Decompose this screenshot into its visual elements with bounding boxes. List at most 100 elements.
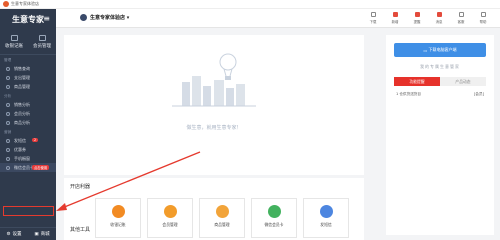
quick-cashier-button[interactable]: 收银记账 bbox=[0, 33, 28, 54]
sidebar-item-label: 销售查询 bbox=[14, 65, 30, 71]
reminder-text: 1 仓供货送货目 bbox=[396, 92, 421, 96]
toolbar-help[interactable]: 帮助 bbox=[472, 11, 494, 24]
card-label: 微信会员卡 bbox=[264, 222, 284, 227]
card-member[interactable]: 会员管理 bbox=[147, 198, 193, 238]
toolbar-download[interactable]: 下载 bbox=[362, 11, 384, 24]
sms-icon bbox=[319, 205, 333, 218]
shop-tools-panel: 开店利器 收银记账 会员管理 商品管理 微信会员卡 发短信 bbox=[64, 178, 364, 240]
card-wechat[interactable]: 微信会员卡 bbox=[251, 198, 297, 238]
chart-icon bbox=[6, 102, 10, 107]
wechat-card-icon bbox=[267, 205, 281, 218]
use-now-badge: 点击使用 bbox=[32, 165, 50, 170]
sidebar-item-sms[interactable]: 发短信 2 bbox=[0, 136, 56, 145]
quick-member-label: 会员管理 bbox=[33, 44, 51, 49]
member-icon bbox=[163, 205, 177, 218]
panel-tabs: 功能提醒 产品动态 bbox=[394, 77, 486, 86]
panel-slogan: 我的专属生意管家 bbox=[420, 64, 460, 69]
help-icon bbox=[480, 12, 486, 17]
section-title-marketing: 营销 bbox=[4, 130, 12, 134]
product-chart-icon bbox=[6, 120, 10, 125]
mobile-icon bbox=[6, 156, 10, 161]
headset-icon bbox=[458, 12, 464, 17]
sales-query-icon bbox=[6, 66, 10, 71]
member-icon bbox=[38, 35, 46, 41]
sidebar-item-expense[interactable]: 支出管理 bbox=[0, 73, 56, 82]
message-icon bbox=[436, 12, 442, 17]
sidebar-item-label: 商品管理 bbox=[14, 83, 30, 89]
sidebar-item-label: 微信会员卡 bbox=[14, 164, 34, 170]
tab-product-news[interactable]: 产品动态 bbox=[440, 77, 486, 86]
sidebar-item-label: 发短信 bbox=[14, 137, 26, 143]
wechat-card-icon bbox=[6, 165, 10, 170]
sidebar-item-sales-analysis[interactable]: 销售分析 bbox=[0, 100, 56, 109]
quick-cashier-label: 收银记账 bbox=[5, 44, 23, 49]
chevron-down-icon: ▾ bbox=[125, 14, 130, 21]
tool-label: 新增 bbox=[391, 20, 399, 24]
shop-tools-grid: 收银记账 会员管理 商品管理 微信会员卡 发短信 bbox=[95, 198, 349, 238]
sms-count-badge: 2 bbox=[32, 138, 39, 142]
store-selector[interactable]: 生意专家体验店 ▾ bbox=[80, 14, 129, 21]
sidebar-item-wechat-card[interactable]: 微信会员卡 点击使用 bbox=[0, 163, 56, 172]
other-tools-title: 其他工具 bbox=[70, 227, 91, 233]
coupon-icon bbox=[6, 147, 10, 152]
gear-icon: ⚙ bbox=[6, 231, 11, 237]
app-logo-icon bbox=[3, 1, 9, 7]
top-bar: 生意专家体验店 ▾ 下载 新增 提醒 消息 客服 帮助 bbox=[56, 9, 500, 28]
tab-feature-reminder[interactable]: 功能提醒 bbox=[394, 77, 440, 86]
sidebar-item-product-analysis[interactable]: 商品分析 bbox=[0, 118, 56, 127]
settings-label: 设置 bbox=[12, 232, 22, 237]
download-client-label: 下载电脑客户端 bbox=[428, 47, 457, 52]
sms-icon bbox=[6, 138, 10, 143]
card-products[interactable]: 商品管理 bbox=[199, 198, 245, 238]
card-cashier[interactable]: 收银记账 bbox=[95, 198, 141, 238]
cashier-icon bbox=[10, 35, 18, 41]
tool-label: 下载 bbox=[369, 20, 377, 24]
shop-tools-title: 开店利器 bbox=[70, 184, 91, 190]
settings-button[interactable]: ⚙ 设置 bbox=[0, 231, 28, 238]
quick-member-button[interactable]: 会员管理 bbox=[28, 33, 56, 54]
sidebar-item-label: 销售分析 bbox=[14, 101, 30, 107]
card-sms[interactable]: 发短信 bbox=[303, 198, 349, 238]
hamburger-menu-icon[interactable]: ≡ bbox=[43, 14, 50, 23]
tool-label: 提醒 bbox=[413, 20, 421, 24]
plus-icon bbox=[392, 12, 398, 17]
toolbar-remind[interactable]: 提醒 bbox=[406, 11, 428, 24]
card-label: 会员管理 bbox=[162, 222, 178, 227]
download-client-button[interactable]: ▭ 下载电脑客户端 bbox=[394, 43, 486, 57]
toolbar: 下载 新增 提醒 消息 客服 帮助 bbox=[362, 11, 494, 24]
shop-icon: ▣ bbox=[34, 231, 39, 237]
mall-label: 商城 bbox=[40, 232, 50, 237]
sidebar-item-sales-query[interactable]: 销售查询 bbox=[0, 64, 56, 73]
reminder-row[interactable]: 1 仓供货送货目 [会员] bbox=[396, 92, 484, 97]
sidebar-item-label: 会员分析 bbox=[14, 110, 30, 116]
sidebar-item-products[interactable]: 商品管理 bbox=[0, 82, 56, 91]
sidebar: 生意专家 ≡ 收银记账 会员管理 管理 销售查询 支出管理 商品管理 分析 销售… bbox=[0, 9, 56, 240]
welcome-slogan: 做生意，就用生意专家！ bbox=[186, 125, 242, 131]
sidebar-quick-actions: 收银记账 会员管理 bbox=[0, 33, 56, 55]
sidebar-item-label: 商品分析 bbox=[14, 119, 30, 125]
expense-icon bbox=[6, 75, 10, 80]
tool-label: 客服 bbox=[457, 20, 465, 24]
toolbar-service[interactable]: 客服 bbox=[450, 11, 472, 24]
reminder-tag: [会员] bbox=[474, 92, 484, 96]
sidebar-item-mobile-showcase[interactable]: 手机橱窗 bbox=[0, 154, 56, 163]
sidebar-item-coupons[interactable]: 优惠券 bbox=[0, 145, 56, 154]
products-icon bbox=[6, 84, 10, 89]
title-bar: 生意专家体验店 bbox=[0, 0, 500, 9]
store-avatar bbox=[80, 14, 87, 21]
toolbar-messages[interactable]: 消息 bbox=[428, 11, 450, 24]
sidebar-item-label: 手机橱窗 bbox=[14, 155, 30, 161]
sidebar-item-label: 支出管理 bbox=[14, 74, 30, 80]
tool-label: 消息 bbox=[435, 20, 443, 24]
toolbar-add[interactable]: 新增 bbox=[384, 11, 406, 24]
sidebar-footer: ⚙ 设置 ▣ 商城 bbox=[0, 227, 56, 240]
products-icon bbox=[215, 205, 229, 218]
mall-button[interactable]: ▣ 商城 bbox=[28, 231, 56, 238]
card-label: 发短信 bbox=[320, 222, 332, 227]
sidebar-item-label: 优惠券 bbox=[14, 146, 26, 152]
cashier-icon bbox=[111, 205, 125, 218]
sidebar-item-member-analysis[interactable]: 会员分析 bbox=[0, 109, 56, 118]
store-name: 生意专家体验店 bbox=[90, 15, 126, 21]
sidebar-header: 生意专家 ≡ bbox=[0, 9, 56, 33]
section-title-analysis: 分析 bbox=[4, 94, 12, 98]
